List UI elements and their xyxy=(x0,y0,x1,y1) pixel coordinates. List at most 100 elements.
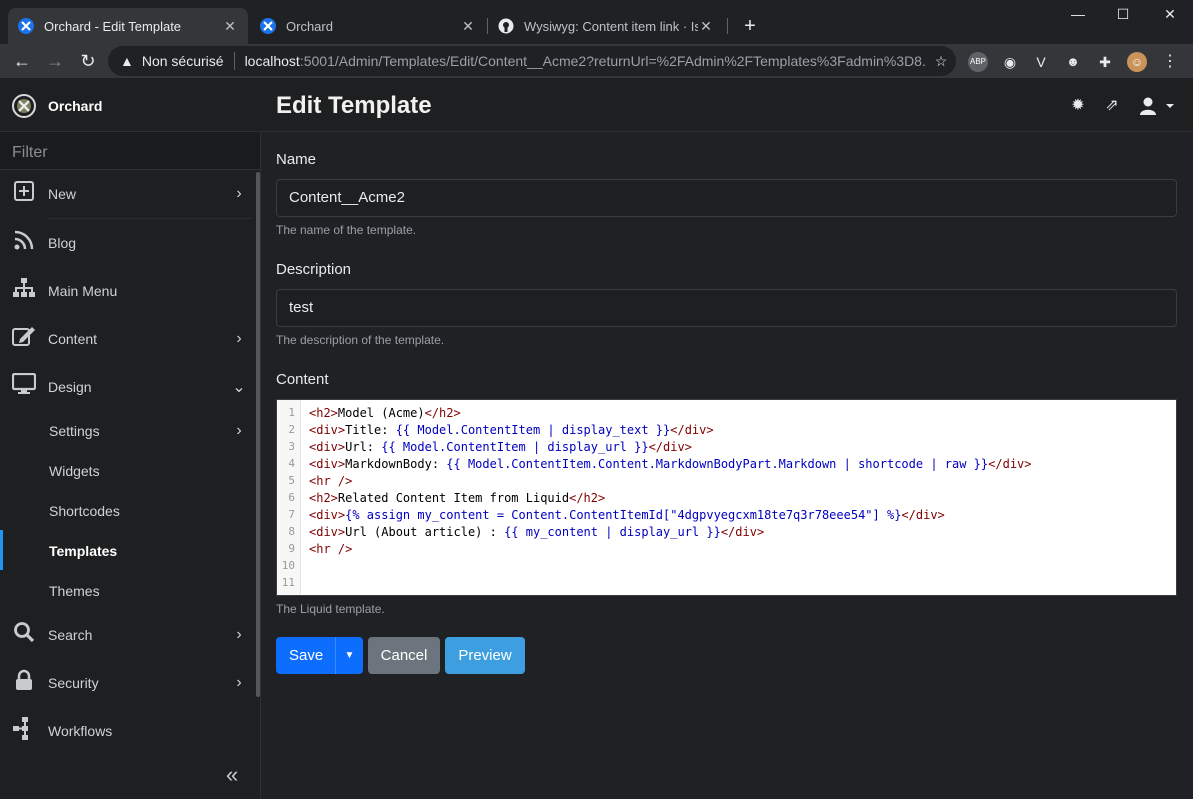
v-extension-icon[interactable]: V xyxy=(1031,52,1051,72)
browser-tab[interactable]: Wysiwyg: Content item link · Issu ✕ xyxy=(488,8,724,44)
code-line[interactable]: <div>Url: {{ Model.ContentItem | display… xyxy=(309,439,692,456)
brand-name: Orchard xyxy=(48,98,103,114)
bookmark-star-icon[interactable]: ☆ xyxy=(926,53,956,70)
code-line[interactable]: <div>Title: {{ Model.ContentItem | displ… xyxy=(309,422,714,439)
tab-close-icon[interactable]: ✕ xyxy=(698,18,714,35)
sidebar-item-label: New xyxy=(48,186,77,202)
browser-menu-icon[interactable]: ⋮ xyxy=(1160,52,1180,72)
sidebar-filter-input[interactable]: Filter xyxy=(0,132,260,170)
chevron-right-icon: › xyxy=(236,330,242,347)
browser-tab-active[interactable]: Orchard - Edit Template ✕ xyxy=(8,8,248,44)
divider xyxy=(233,52,235,70)
browser-tab[interactable]: Orchard ✕ xyxy=(250,8,486,44)
tab-separator xyxy=(727,18,728,34)
sidebar-item-search[interactable]: Search › xyxy=(0,611,254,659)
window-close-icon[interactable]: ✕ xyxy=(1158,6,1182,23)
new-tab-icon[interactable]: + xyxy=(738,14,762,38)
sidebar-item-design[interactable]: Design ⌄ xyxy=(0,363,254,411)
line-number: 10 xyxy=(281,559,295,572)
tab-close-icon[interactable]: ✕ xyxy=(222,18,238,35)
line-number: 6 xyxy=(288,491,295,504)
main-content: Name Content__Acme2 The name of the temp… xyxy=(261,132,1193,799)
sidebar-item-templates[interactable]: Templates xyxy=(0,531,254,571)
save-button[interactable]: Save ▼ xyxy=(276,637,363,674)
sidebar-item-content[interactable]: Content › xyxy=(0,315,254,363)
url-host: localhost xyxy=(244,53,300,69)
line-number: 2 xyxy=(288,423,295,436)
collapse-sidebar-icon[interactable]: « xyxy=(226,762,238,788)
sidebar-item-label: Blog xyxy=(48,235,77,251)
minimize-icon[interactable]: — xyxy=(1066,6,1090,22)
sidebar-item-new[interactable]: New › xyxy=(0,170,254,218)
sidebar: Filter New › Blog Main Menu Content › De… xyxy=(0,132,261,799)
sidebar-item-settings[interactable]: Settings › xyxy=(0,411,254,451)
sidebar-item-label: Main Menu xyxy=(48,283,118,299)
search-icon xyxy=(0,621,48,649)
code-line[interactable]: <div>MarkdownBody: {{ Model.ContentItem.… xyxy=(309,456,1032,473)
tab-title: Orchard xyxy=(286,18,333,34)
address-bar[interactable]: ▲ Non sécurisé localhost :5001/Admin/Tem… xyxy=(108,46,956,76)
reload-icon[interactable]: ↻ xyxy=(76,49,100,73)
desktop-icon xyxy=(0,372,48,401)
orchard-logo-icon xyxy=(12,94,36,118)
edit-icon xyxy=(0,325,48,353)
workflow-icon xyxy=(0,716,48,746)
code-line[interactable]: <h2>Model (Acme)</h2> xyxy=(309,405,461,422)
tab-close-icon[interactable]: ✕ xyxy=(460,18,476,35)
sidebar-item-workflows[interactable]: Workflows xyxy=(0,707,254,755)
camera-extension-icon[interactable]: ◉ xyxy=(1000,52,1020,72)
orchard-favicon-icon xyxy=(18,18,34,34)
sidebar-item-shortcodes[interactable]: Shortcodes xyxy=(0,491,254,531)
warning-icon: ▲ xyxy=(120,53,134,69)
security-label: Non sécurisé xyxy=(141,53,224,69)
code-line[interactable]: <div>{% assign my_content = Content.Cont… xyxy=(309,507,945,524)
chevron-right-icon: › xyxy=(236,674,242,691)
external-link-icon[interactable]: ⇗ xyxy=(1102,96,1122,116)
code-line[interactable]: <hr /> xyxy=(309,473,352,490)
sidebar-item-label: Themes xyxy=(49,583,100,599)
sidebar-item-label: Content xyxy=(48,331,98,347)
line-number: 5 xyxy=(288,474,295,487)
line-number: 7 xyxy=(288,508,295,521)
name-input[interactable]: Content__Acme2 xyxy=(276,179,1177,217)
code-line[interactable]: <div>Url (About article) : {{ my_content… xyxy=(309,524,764,541)
theme-toggle-icon[interactable]: ✹ xyxy=(1068,96,1088,116)
chevron-right-icon: › xyxy=(236,185,242,202)
brand[interactable]: Orchard xyxy=(12,94,102,118)
line-number: 8 xyxy=(288,525,295,538)
code-line[interactable]: <hr /> xyxy=(309,541,352,558)
app-header: Orchard Edit Template ✹ ⇗ xyxy=(0,78,1193,132)
maximize-icon[interactable]: ☐ xyxy=(1111,6,1135,23)
puzzle-extension-icon[interactable]: ✚ xyxy=(1095,52,1115,72)
name-label: Name xyxy=(276,151,317,168)
sidebar-scrollbar[interactable] xyxy=(256,172,260,697)
user-menu-icon[interactable] xyxy=(1138,96,1176,116)
chevron-down-icon: ⌄ xyxy=(232,379,246,396)
cancel-button[interactable]: Cancel xyxy=(368,637,440,674)
sidebar-item-main-menu[interactable]: Main Menu xyxy=(0,267,254,315)
sidebar-item-blog[interactable]: Blog xyxy=(0,219,254,267)
browser-toolbar: ← → ↻ ▲ Non sécurisé localhost :5001/Adm… xyxy=(0,44,1193,78)
line-number: 3 xyxy=(288,440,295,453)
sidebar-item-themes[interactable]: Themes xyxy=(0,571,254,611)
forward-icon[interactable]: → xyxy=(43,49,67,73)
save-dropdown-caret-icon[interactable]: ▼ xyxy=(335,637,363,674)
code-editor[interactable]: 1 2 3 4 5 6 7 8 9 10 11 <h2>Model (Acme)</h2> <div>… xyxy=(276,399,1177,596)
rss-icon xyxy=(0,229,48,257)
back-icon[interactable]: ← xyxy=(10,49,34,73)
preview-button[interactable]: Preview xyxy=(445,637,525,674)
description-input[interactable]: test xyxy=(276,289,1177,327)
adblock-extension-icon[interactable]: ABP xyxy=(968,52,988,72)
sidebar-item-label: Design xyxy=(48,379,92,395)
profile-avatar[interactable]: ☺ xyxy=(1127,52,1147,72)
line-number: 9 xyxy=(288,542,295,555)
sidebar-item-widgets[interactable]: Widgets xyxy=(0,451,254,491)
browser-tabbar: Orchard - Edit Template ✕ Orchard ✕ Wysi… xyxy=(0,0,1193,44)
code-line[interactable]: <h2>Related Content Item from Liquid</h2… xyxy=(309,490,605,507)
url-path: :5001/Admin/Templates/Edit/Content__Acme… xyxy=(299,53,926,69)
owl-extension-icon[interactable]: ☻ xyxy=(1063,52,1083,72)
sidebar-item-security[interactable]: Security › xyxy=(0,659,254,707)
tab-title: Wysiwyg: Content item link · Issu xyxy=(524,18,698,34)
page-title: Edit Template xyxy=(276,92,432,119)
lock-icon xyxy=(0,669,48,697)
